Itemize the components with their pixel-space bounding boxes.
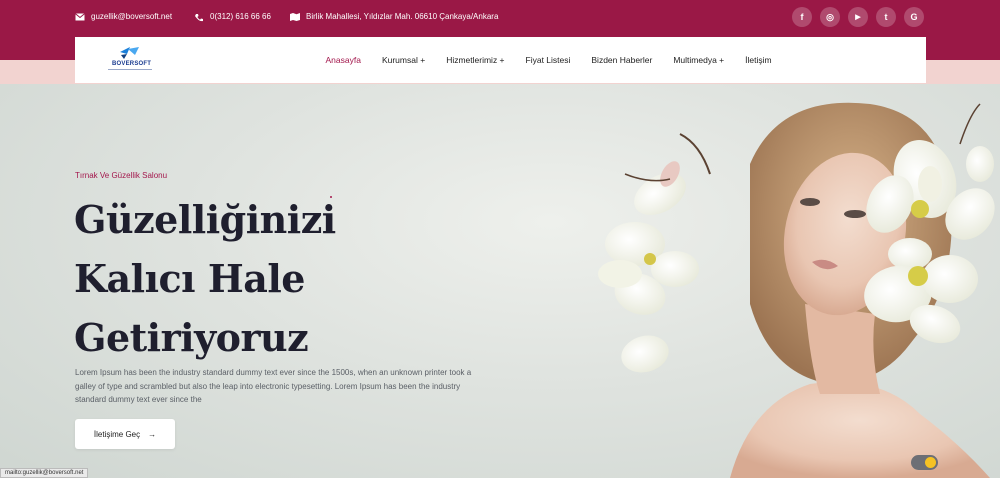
hero-portrait-image — [598, 102, 995, 478]
phone-text: 0(312) 616 66 66 — [210, 12, 271, 21]
browser-status-url: mailto:guzellik@boversoft.net — [0, 468, 89, 478]
hero-description: Lorem Ipsum has been the industry standa… — [75, 368, 472, 404]
instagram-icon[interactable]: ◎ — [820, 7, 840, 27]
hero-title-line-1: Güzelliğinizi — [74, 197, 336, 242]
email-text: guzellik@boversoft.net — [91, 12, 173, 21]
hero-subtitle: Tırnak Ve Güzellik Salonu — [75, 171, 168, 180]
facebook-icon[interactable]: f — [792, 7, 812, 27]
nav-item-bizden-haberler[interactable]: Bizden Haberler — [581, 55, 663, 65]
arrow-right-icon: → — [148, 429, 157, 439]
mail-icon — [75, 12, 85, 21]
contact-address: Birlik Mahallesi, Yıldızlar Mah. 06610 Ç… — [290, 12, 498, 21]
sun-icon — [925, 457, 936, 468]
phone-icon — [194, 13, 204, 21]
logo[interactable]: BOVERSOFT — [108, 46, 152, 74]
hero-title-line-3: Getiriyoruz — [74, 315, 309, 360]
nav-item-fiyat-listesi[interactable]: Fiyat Listesi — [515, 55, 581, 65]
brand-name: BOVERSOFT — [112, 61, 152, 67]
contact-cta-button[interactable]: İletişime Geç → — [75, 419, 175, 449]
nav-item-multimedya[interactable]: Multimedya + — [663, 55, 735, 65]
theme-toggle[interactable] — [911, 455, 938, 470]
hero-section: Tırnak Ve Güzellik Salonu Güzelliğinizi … — [0, 84, 1000, 478]
nav-item-hizmetlerimiz[interactable]: Hizmetlerimiz + — [436, 55, 515, 65]
logo-mark-icon — [120, 47, 139, 59]
map-icon — [290, 12, 300, 21]
nav-item-kurumsal[interactable]: Kurumsal + — [371, 55, 435, 65]
twitter-icon[interactable]: t — [876, 7, 896, 27]
address-text: Birlik Mahallesi, Yıldızlar Mah. 06610 Ç… — [306, 12, 499, 21]
google-icon[interactable]: G — [904, 7, 924, 27]
social-links: f ◎ ▶ t G — [792, 7, 924, 27]
main-navbar: BOVERSOFT Anasayfa Kurumsal + Hizmetleri… — [75, 37, 926, 83]
hero-title-line-2: Kalıcı Hale — [74, 256, 305, 301]
hero-title: Güzelliğinizi Kalıcı Hale Getiriyoruz — [74, 190, 414, 367]
contact-email[interactable]: guzellik@boversoft.net — [75, 12, 172, 21]
contact-phone[interactable]: 0(312) 616 66 66 — [194, 12, 271, 21]
logo-tagline-line — [108, 69, 152, 70]
nav-item-anasayfa[interactable]: Anasayfa — [315, 55, 371, 65]
nav-menu: Anasayfa Kurumsal + Hizmetlerimiz + Fiya… — [315, 37, 782, 83]
youtube-icon[interactable]: ▶ — [848, 7, 868, 27]
cta-label: İletişime Geç — [93, 429, 141, 439]
nav-item-iletisim[interactable]: İletişim — [735, 55, 782, 65]
